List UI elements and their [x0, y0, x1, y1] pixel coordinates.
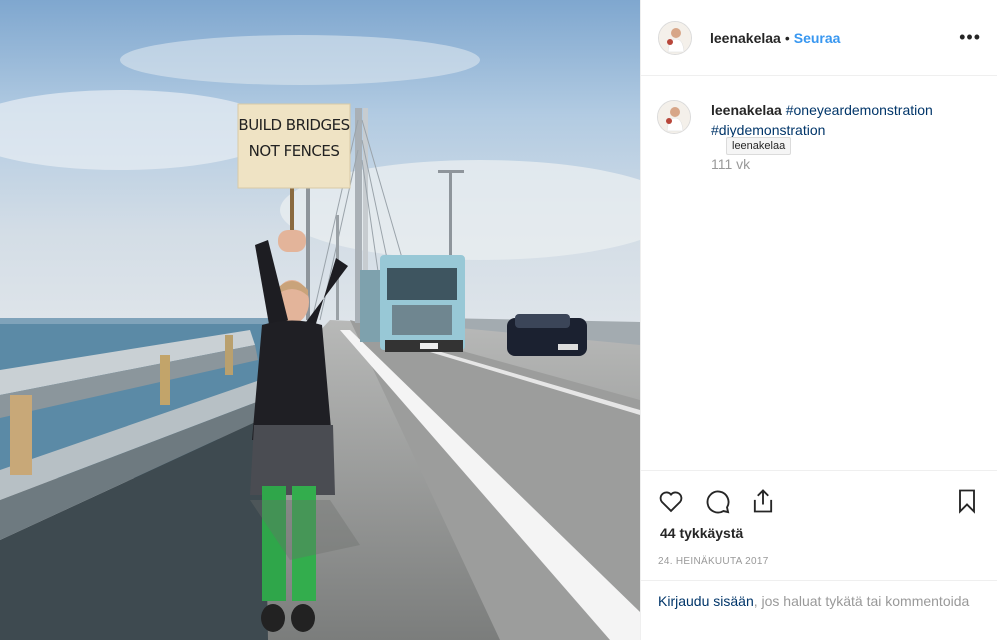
comment-icon[interactable]: [703, 487, 731, 515]
sign-line-2: NOT FENCES: [248, 142, 340, 160]
login-prompt: Kirjaudu sisään, jos haluat tykätä tai k…: [640, 580, 997, 621]
bookmark-icon[interactable]: [953, 487, 981, 515]
caption-text: leenakelaa #oneyeardemonstration #diydem…: [711, 100, 977, 140]
login-link[interactable]: Kirjaudu sisään: [658, 593, 754, 609]
header-separator: •: [784, 29, 790, 46]
bridge-photo-image: [0, 0, 640, 640]
hashtag-link[interactable]: #diydemonstration: [711, 122, 825, 138]
share-icon[interactable]: [749, 487, 777, 515]
caption-block: leenakelaa #oneyeardemonstration #diydem…: [657, 100, 977, 140]
avatar-image: [659, 21, 691, 54]
post-header: leenakelaa • Seuraa •••: [641, 0, 997, 76]
action-bar: [640, 470, 997, 517]
heart-icon[interactable]: [657, 487, 685, 515]
username-tooltip: leenakelaa: [726, 137, 792, 155]
caption-username[interactable]: leenakelaa: [711, 102, 782, 118]
post-photo[interactable]: BUILD BRIDGES NOT FENCES: [0, 0, 640, 640]
more-options-icon[interactable]: •••: [959, 27, 981, 48]
avatar[interactable]: [658, 20, 692, 55]
sign-line-1: BUILD BRIDGES: [238, 116, 350, 134]
post-sidebar: leenakelaa • Seuraa •••: [640, 0, 997, 640]
post-date: 24. HEINÄKUUTA 2017: [658, 556, 769, 567]
follow-button[interactable]: Seuraa: [794, 30, 841, 46]
like-count[interactable]: 44 tykkäystä: [660, 525, 743, 541]
protest-sign: BUILD BRIDGES NOT FENCES: [238, 112, 350, 164]
caption-timestamp[interactable]: 111 vk: [711, 156, 750, 172]
hashtag-link[interactable]: #oneyeardemonstration: [786, 102, 933, 118]
login-prompt-text: , jos haluat tykätä tai kommentoida: [753, 593, 970, 609]
avatar-image: [658, 101, 690, 133]
header-username[interactable]: leenakelaa: [710, 30, 781, 46]
caption-avatar[interactable]: [657, 100, 691, 134]
